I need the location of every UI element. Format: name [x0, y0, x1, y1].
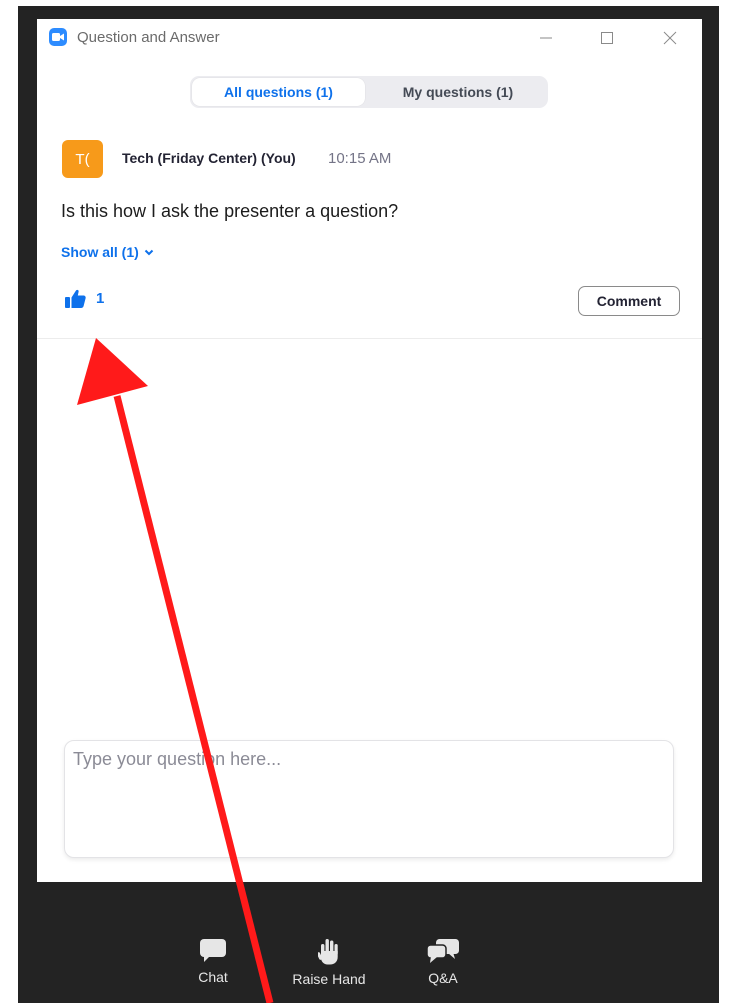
raise-hand-button[interactable]: Raise Hand: [282, 938, 376, 987]
chat-button[interactable]: Chat: [192, 938, 234, 985]
tab-all-questions[interactable]: All questions (1): [192, 78, 365, 106]
qa-bubbles-icon: [426, 939, 459, 963]
window-title: Question and Answer: [77, 29, 220, 46]
question-input[interactable]: [73, 749, 663, 849]
chat-bubble-icon: [200, 939, 226, 962]
comment-button[interactable]: Comment: [578, 286, 680, 316]
thumbs-up-icon: [65, 289, 86, 308]
zoom-camera-icon: [49, 28, 67, 46]
close-button[interactable]: [655, 25, 685, 51]
close-icon: [663, 31, 677, 45]
show-all-link[interactable]: Show all (1): [61, 244, 154, 260]
chevron-down-icon: [144, 249, 154, 255]
tab-my-questions[interactable]: My questions (1): [372, 78, 544, 106]
question-author: Tech (Friday Center) (You): [122, 150, 296, 166]
raise-hand-icon: [318, 939, 338, 965]
divider: [37, 338, 702, 339]
question-input-box[interactable]: [64, 740, 674, 858]
maximize-icon: [601, 32, 613, 44]
question-time: 10:15 AM: [328, 150, 392, 167]
maximize-button[interactable]: [592, 25, 622, 51]
upvote-count: 1: [96, 290, 105, 307]
question-text: Is this how I ask the presenter a questi…: [61, 201, 399, 221]
upvote-button[interactable]: 1: [65, 289, 104, 308]
minimize-button[interactable]: [531, 25, 561, 51]
raise-hand-label: Raise Hand: [292, 971, 366, 987]
qa-window: Question and Answer All questions (1) My…: [37, 19, 702, 882]
qa-button[interactable]: Q&A: [420, 938, 466, 986]
question-tabs: All questions (1) My questions (1): [190, 76, 548, 108]
minimize-icon: [540, 37, 552, 39]
show-all-label: Show all (1): [61, 244, 139, 260]
qa-label: Q&A: [428, 970, 458, 986]
avatar: T(: [62, 140, 103, 178]
title-bar[interactable]: Question and Answer: [37, 19, 702, 57]
screenshot-frame: Question and Answer All questions (1) My…: [0, 0, 731, 1003]
chat-label: Chat: [198, 969, 228, 985]
